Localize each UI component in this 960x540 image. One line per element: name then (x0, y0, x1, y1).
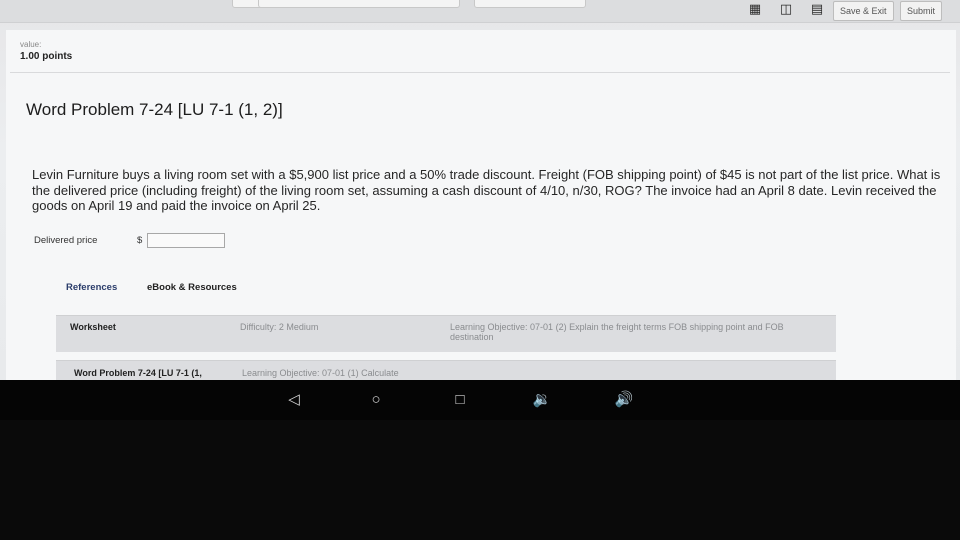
top-toolbar: ▦ ◫ ▤ Save & Exit Submit (0, 0, 960, 23)
delivered-price-label: Delivered price (34, 235, 98, 246)
reference-objective: Learning Objective: 07-01 (2) Explain th… (450, 322, 784, 342)
delivered-price-input[interactable] (147, 233, 225, 248)
question-tab-center[interactable] (258, 0, 460, 8)
volume-down-icon[interactable]: 🔉 (530, 388, 554, 412)
reference-row-word-problem[interactable]: Word Problem 7-24 [LU 7-1 (1, Learning O… (56, 360, 836, 380)
volume-up-icon[interactable]: 🔊 (612, 388, 636, 412)
reference-objective: Learning Objective: 07-01 (1) Calculate (242, 368, 399, 378)
android-navigation-bar (0, 380, 960, 420)
tab-references[interactable]: References (66, 282, 117, 293)
value-label: value: (20, 40, 42, 49)
tab-ebook-resources[interactable]: eBook & Resources (147, 282, 237, 293)
question-tab-right[interactable] (474, 0, 586, 8)
recents-icon[interactable]: □ (448, 388, 472, 412)
save-exit-button[interactable]: Save & Exit (833, 1, 894, 21)
calculator-icon[interactable]: ▦ (747, 2, 763, 16)
reference-type: Worksheet (70, 322, 116, 332)
reference-row-worksheet[interactable]: Worksheet Difficulty: 2 Medium Learning … (56, 315, 836, 352)
home-icon[interactable]: ○ (364, 388, 388, 412)
problem-title: Word Problem 7-24 [LU 7-1 (1, 2)] (26, 100, 283, 119)
points-value: 1.00 points (20, 51, 73, 62)
browser-screen: ▦ ◫ ▤ Save & Exit Submit value: 1.00 poi… (0, 0, 960, 380)
reference-difficulty: Difficulty: 2 Medium (240, 322, 319, 332)
print-icon[interactable]: ◫ (778, 2, 794, 16)
menu-icon[interactable]: ▤ (809, 2, 825, 16)
submit-button[interactable]: Submit (900, 1, 943, 21)
back-icon[interactable]: ◁ (282, 388, 306, 412)
reference-type: Word Problem 7-24 [LU 7-1 (1, (74, 368, 202, 378)
problem-text: Levin Furniture buys a living room set w… (32, 167, 941, 213)
currency-symbol: $ (137, 235, 143, 246)
header-divider (10, 72, 950, 73)
